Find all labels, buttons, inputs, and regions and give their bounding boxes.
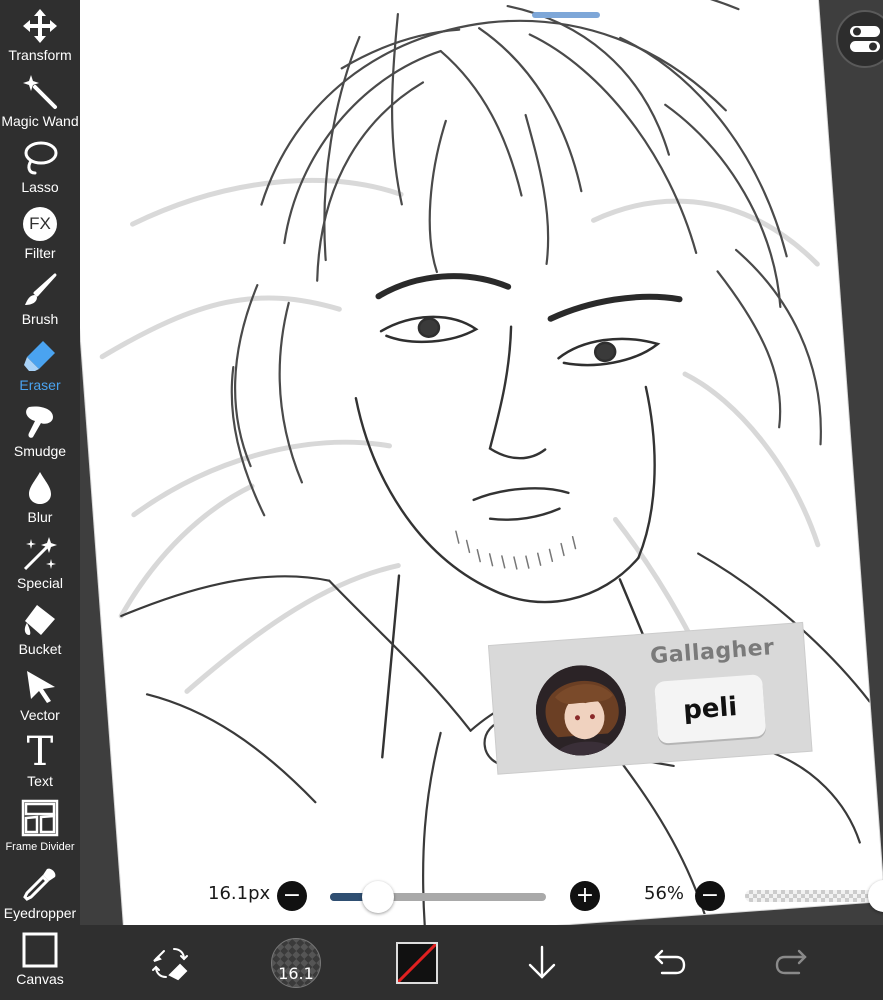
eraser-icon [20,336,60,376]
tool-eyedropper[interactable]: Eyedropper [0,858,80,924]
fx-icon: FX [20,204,60,244]
tool-label: Eyedropper [3,905,77,921]
swap-brush-eraser-button[interactable] [140,925,200,1000]
tool-sidebar: Transform Magic Wand Lasso FX Filter Bru… [0,0,80,1000]
undo-button[interactable] [638,925,698,1000]
layer-down-button[interactable] [512,925,572,1000]
tool-label: Brush [21,311,59,327]
brush-size-slider-thumb[interactable] [361,881,394,913]
bottom-bar: 16.1 [80,925,883,1000]
frame-divider-icon [20,798,60,838]
move-arrows-icon [20,6,60,46]
comment-bubble: peli [654,674,767,744]
arrow-down-icon [528,945,556,979]
brush-size-increase-button[interactable]: + [570,881,600,911]
tool-transform[interactable]: Transform [0,0,80,66]
lasso-icon [20,138,60,178]
canvas-area[interactable] [80,0,883,925]
tool-label: Blur [27,509,53,525]
tool-label: Special [17,575,63,591]
text-glyph: T [26,729,54,775]
magic-wand-icon [20,72,60,112]
canvas-square-icon [20,930,60,970]
tool-lasso[interactable]: Lasso [0,132,80,198]
tool-filter[interactable]: FX Filter [0,198,80,264]
tool-smudge[interactable]: Smudge [0,396,80,462]
brush-icon [20,270,60,310]
tool-canvas[interactable]: Canvas [0,924,80,990]
redo-icon [775,949,807,974]
color-button[interactable] [387,925,447,1000]
sparkle-icon [20,534,60,574]
cursor-arrow-icon [20,666,60,706]
text-t-icon: T [20,732,60,772]
brush-size-slider[interactable] [330,881,546,913]
tool-label: Canvas [16,971,64,987]
tool-special[interactable]: Special [0,528,80,594]
drawing-paper[interactable] [80,0,883,925]
tool-text[interactable]: T Text [0,726,80,792]
tool-frame-divider[interactable]: Frame Divider [0,792,80,858]
tool-label: Lasso [21,179,59,195]
tool-bucket[interactable]: Bucket [0,594,80,660]
bucket-icon [20,600,60,640]
fx-glyph: FX [23,207,57,241]
tool-label: Eraser [19,377,61,393]
toggle-switches-icon [850,26,880,52]
comment-card: Gallagher peli [489,623,812,774]
brush-eraser-swap-icon [152,947,188,980]
smudge-icon [20,402,60,442]
eyedropper-icon [20,864,60,904]
tool-label: Vector [20,707,60,723]
plus-icon: + [575,883,595,908]
tool-label: Transform [8,47,72,63]
opacity-slider[interactable] [745,890,883,902]
tool-label: Filter [24,245,56,261]
tool-label: Frame Divider [5,841,75,853]
brush-preview: 16.1 [271,937,321,988]
brush-size-label: 16.1px [208,883,271,904]
minus-icon: − [700,883,720,908]
comment-username: Gallagher [649,635,776,670]
tool-label: Smudge [13,443,67,459]
tool-vector[interactable]: Vector [0,660,80,726]
app-window: Gallagher peli 16.1px − + 56% − 16.1 Tra… [0,0,883,1000]
comment-text: peli [682,692,739,726]
tool-label: Text [27,773,53,789]
minus-icon: − [282,883,302,908]
opacity-label: 56% [644,883,685,904]
redo-button[interactable] [763,925,823,1000]
color-swatch [396,941,438,984]
brush-size-decrease-button[interactable]: − [277,881,307,911]
brush-size-preview-button[interactable]: 16.1 [266,925,326,1000]
avatar [532,662,630,759]
tool-blur[interactable]: Blur [0,462,80,528]
tool-label: Magic Wand [1,113,79,129]
layers-toggle-button[interactable] [836,10,883,68]
opacity-decrease-button[interactable]: − [695,881,725,911]
scroll-indicator[interactable] [532,12,600,18]
brush-preview-label: 16.1 [278,963,314,983]
drop-icon [20,468,60,508]
tool-label: Bucket [18,641,62,657]
tool-magic-wand[interactable]: Magic Wand [0,66,80,132]
tool-eraser[interactable]: Eraser [0,330,80,396]
undo-icon [654,949,686,974]
pencil-sketch [99,0,871,925]
tool-brush[interactable]: Brush [0,264,80,330]
